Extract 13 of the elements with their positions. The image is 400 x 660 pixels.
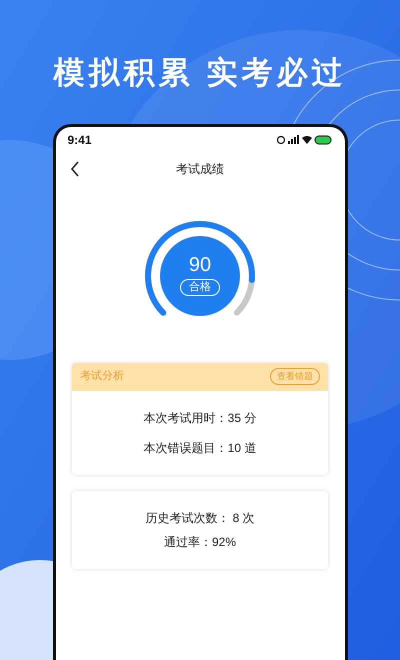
back-icon[interactable] [70, 160, 80, 176]
history-line: 历史考试次数： 8 次 [145, 510, 255, 526]
analysis-title: 考试分析 [80, 369, 124, 384]
history-line: 通过率：92% [164, 534, 236, 550]
result-badge: 合格 [180, 279, 220, 296]
analysis-line: 本次错误题目：10 道 [144, 440, 256, 456]
page-title: 考试成绩 [176, 160, 224, 178]
analysis-line: 本次考试用时：35 分 [144, 410, 256, 426]
status-time: 9:41 [68, 132, 92, 148]
view-mistakes-button[interactable]: 查看错题 [270, 368, 320, 386]
headline: 模拟积累 实考必过 [54, 54, 346, 92]
status-icons [276, 134, 332, 145]
score-value: 90 [188, 255, 212, 275]
